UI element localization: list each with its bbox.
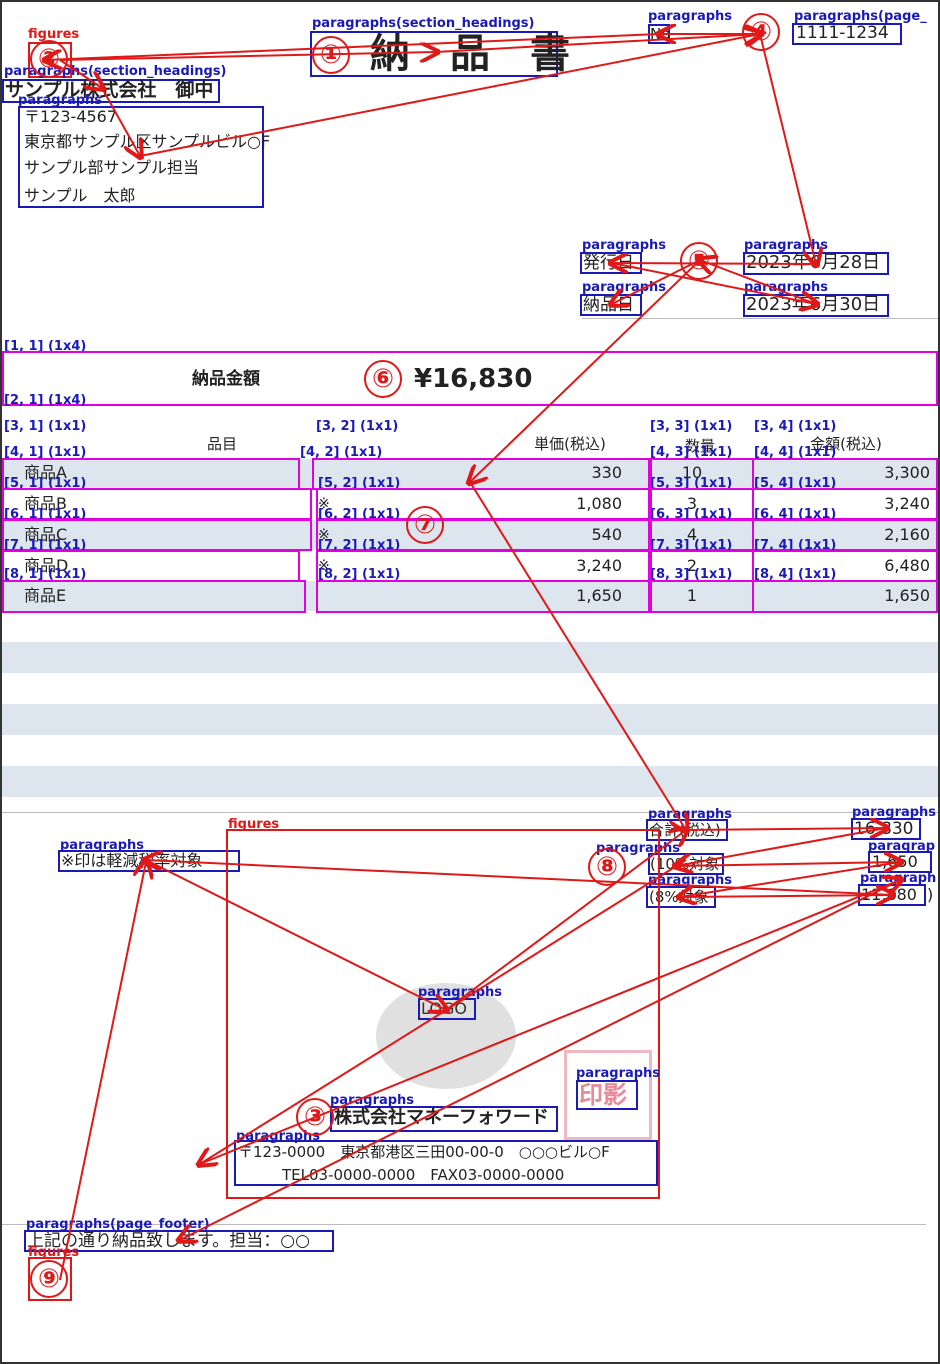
arrow — [445, 830, 686, 1011]
arrow — [145, 859, 446, 1010]
order-number-2: ② — [30, 40, 68, 78]
order-number-8: ⑧ — [588, 848, 626, 886]
arrow — [676, 827, 887, 866]
arrow — [200, 859, 687, 1164]
order-number-6: ⑥ — [364, 360, 402, 398]
arrow — [680, 861, 901, 897]
arrow — [759, 33, 816, 264]
arrow — [180, 879, 901, 1240]
arrow — [146, 860, 893, 896]
arrow — [685, 828, 886, 830]
order-number-5: ⑤ — [680, 242, 718, 280]
reading-order-arrows — [0, 0, 940, 1281]
arrow — [700, 260, 817, 305]
arrow — [675, 862, 900, 866]
order-number-4: ④ — [742, 13, 780, 51]
arrow — [59, 52, 436, 60]
arrow — [469, 481, 686, 830]
arrow — [59, 862, 146, 1281]
arrow — [46, 33, 661, 60]
arrow — [101, 87, 140, 156]
order-number-7: ⑦ — [406, 506, 444, 544]
order-number-1: ① — [312, 36, 350, 74]
order-number-3: ③ — [296, 1098, 334, 1136]
order-number-9: ⑨ — [30, 1260, 68, 1298]
arrow — [470, 259, 701, 482]
